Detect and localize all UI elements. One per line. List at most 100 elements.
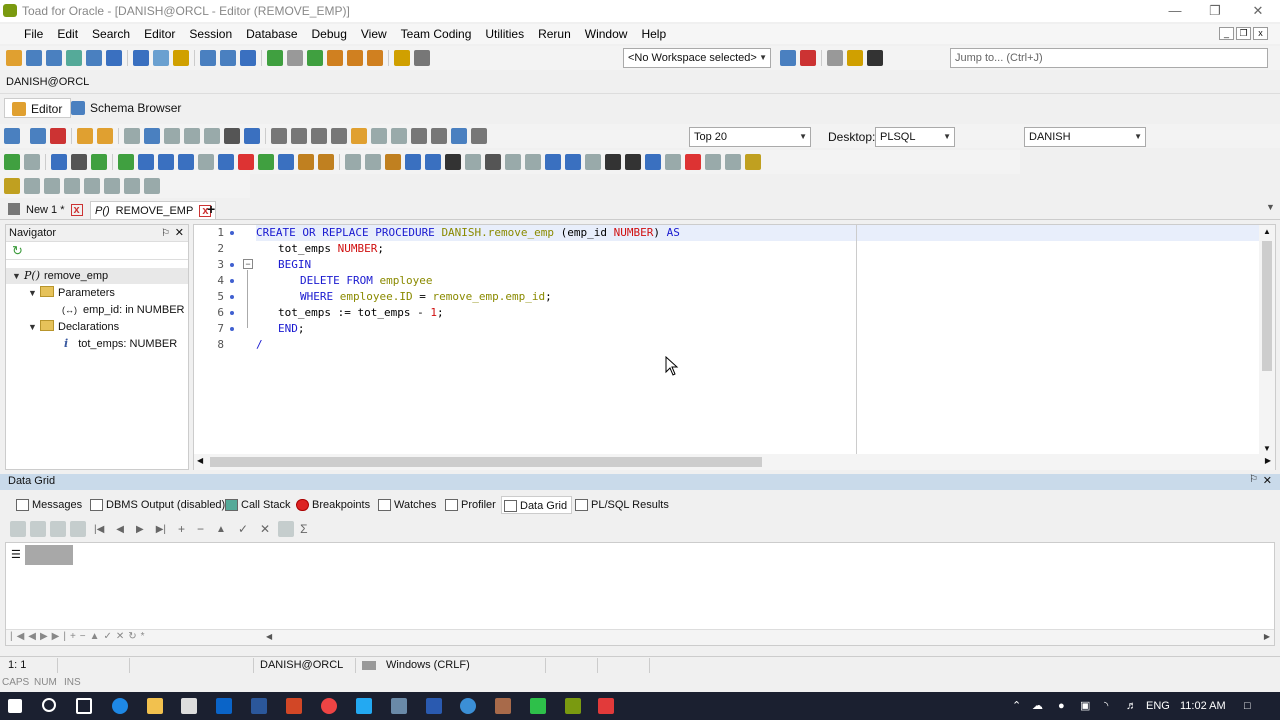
download-icon[interactable] [347, 50, 363, 66]
compile-icon[interactable] [51, 154, 67, 170]
refresh-grid-icon[interactable] [278, 521, 295, 537]
layout-icon[interactable] [240, 50, 256, 66]
tab-editor[interactable]: Editor [4, 98, 72, 118]
network-icon[interactable]: ▣ [1080, 698, 1090, 714]
language-indicator[interactable]: ENG [1146, 698, 1170, 714]
tree-node-declarations[interactable]: ▼ Declarations [28, 319, 119, 335]
back-icon[interactable] [371, 128, 387, 144]
format-code-icon[interactable] [645, 154, 661, 170]
open-file-icon[interactable] [77, 128, 93, 144]
desktop-select[interactable]: PLSQL ▼ [875, 127, 955, 147]
tab-dbms-output[interactable]: DBMS Output (disabled) [88, 496, 225, 514]
menu-file[interactable]: File [0, 24, 50, 44]
chat-icon[interactable] [847, 50, 863, 66]
chevron-down-icon[interactable]: ▼ [28, 285, 40, 301]
word-icon[interactable] [251, 698, 267, 714]
grid-paste-icon[interactable] [70, 521, 86, 537]
grid-header-cell[interactable] [25, 545, 73, 565]
save-icon[interactable] [124, 128, 140, 144]
sql-monitor-icon[interactable] [66, 50, 82, 66]
report-icon[interactable] [86, 50, 102, 66]
new-tab-icon[interactable] [30, 128, 46, 144]
next-record-icon[interactable]: ▶ [136, 524, 144, 535]
tree-node-decl-tot-emps[interactable]: i tot_emps: NUMBER [64, 336, 177, 352]
workspace-icon[interactable] [780, 50, 796, 66]
tab-schema-browser[interactable]: Schema Browser [64, 98, 189, 118]
menu-session[interactable]: Session [182, 24, 239, 44]
debug-run-icon[interactable] [91, 154, 107, 170]
onedrive-icon[interactable]: ☁ [1032, 698, 1043, 714]
mdi-restore-button[interactable]: ❐ [1236, 27, 1251, 40]
add-tab-icon[interactable]: + [207, 201, 215, 217]
tab-data-grid[interactable]: Data Grid [501, 496, 573, 514]
step-over-icon[interactable] [158, 154, 174, 170]
top-n-select[interactable]: Top 20 ▼ [689, 127, 811, 147]
clipboard-icon[interactable] [827, 50, 843, 66]
redo-icon[interactable] [525, 154, 541, 170]
pin-icon[interactable]: ⚐ [1249, 474, 1258, 485]
copy-icon[interactable] [204, 128, 220, 144]
menu-team-coding[interactable]: Team Coding [394, 24, 479, 44]
grid-edit-icon[interactable] [385, 154, 401, 170]
mdi-close-button[interactable]: x [1253, 27, 1268, 40]
help-icon[interactable] [367, 50, 383, 66]
check-in-icon[interactable] [24, 178, 40, 194]
replace-icon[interactable] [485, 154, 501, 170]
pin-icon[interactable]: ⚐ [161, 225, 170, 242]
session-browser-icon[interactable] [46, 50, 62, 66]
menu-debug[interactable]: Debug [305, 24, 354, 44]
scroll-right-icon[interactable]: ▶ [1264, 632, 1270, 641]
powerpoint-icon[interactable] [286, 698, 302, 714]
new-editor-icon[interactable] [6, 50, 22, 66]
close-tab-icon[interactable] [50, 128, 66, 144]
refactor-icon[interactable] [331, 128, 347, 144]
first-record-icon[interactable]: |◀ [94, 524, 104, 535]
connection-tab[interactable]: DANISH@ORCL [6, 76, 89, 88]
scroll-thumb[interactable] [210, 457, 762, 467]
compare-icon[interactable] [220, 50, 236, 66]
file-explorer-icon[interactable] [147, 698, 163, 714]
tab-profiler[interactable]: Profiler [443, 496, 496, 514]
scroll-right-icon[interactable]: ▶ [1265, 456, 1271, 465]
code-snippets-icon[interactable] [351, 128, 367, 144]
grid-options-icon[interactable] [10, 521, 26, 537]
menu-utilities[interactable]: Utilities [478, 24, 531, 44]
play-icon[interactable] [307, 50, 323, 66]
tray-chevron-icon[interactable]: ⌃ [1012, 698, 1021, 714]
toad-taskbar-icon[interactable] [565, 698, 581, 714]
app-icon[interactable] [598, 698, 614, 714]
close-icon[interactable]: x [70, 204, 83, 216]
menu-search[interactable]: Search [85, 24, 137, 44]
notification-icon[interactable]: □ [1244, 698, 1251, 714]
clear-icon[interactable] [425, 154, 441, 170]
tab-remove-emp[interactable]: P() REMOVE_EMP x [90, 201, 217, 219]
menu-database[interactable]: Database [239, 24, 304, 44]
sort-icon[interactable] [405, 154, 421, 170]
menu-view[interactable]: View [354, 24, 394, 44]
forward-icon[interactable] [391, 128, 407, 144]
compare-revision-icon[interactable] [84, 178, 100, 194]
minimize-button[interactable]: — [1155, 2, 1195, 20]
format-icon[interactable] [244, 128, 260, 144]
options-icon[interactable] [745, 154, 761, 170]
step-into-icon[interactable] [178, 154, 194, 170]
group-icon[interactable] [318, 154, 334, 170]
scroll-left-icon[interactable]: ◀ [197, 456, 203, 465]
menu-help[interactable]: Help [634, 24, 673, 44]
explain-icon[interactable] [153, 50, 169, 66]
app-icon[interactable] [391, 698, 407, 714]
task-view-icon[interactable] [76, 698, 92, 714]
post-edit-icon[interactable]: ✓ [238, 522, 248, 536]
tree-node-parameters[interactable]: ▼ Parameters [28, 285, 115, 301]
scroll-up-icon[interactable]: ▲ [1263, 227, 1271, 236]
load-icon[interactable] [97, 128, 113, 144]
windows-start-icon[interactable] [8, 699, 22, 713]
play-macro-icon[interactable] [705, 154, 721, 170]
grid-menu-icon[interactable]: ☰ [11, 548, 21, 561]
grid-copy-icon[interactable] [50, 521, 66, 537]
workspace-select[interactable]: <No Workspace selected> ▼ [623, 48, 771, 68]
explain-plan-icon[interactable] [271, 128, 287, 144]
grid-nav-buttons[interactable]: |◀◀▶▶|+−▲✓✕↻* [10, 631, 149, 642]
cut-icon[interactable] [184, 128, 200, 144]
microphone-icon[interactable]: ● [1058, 698, 1065, 714]
